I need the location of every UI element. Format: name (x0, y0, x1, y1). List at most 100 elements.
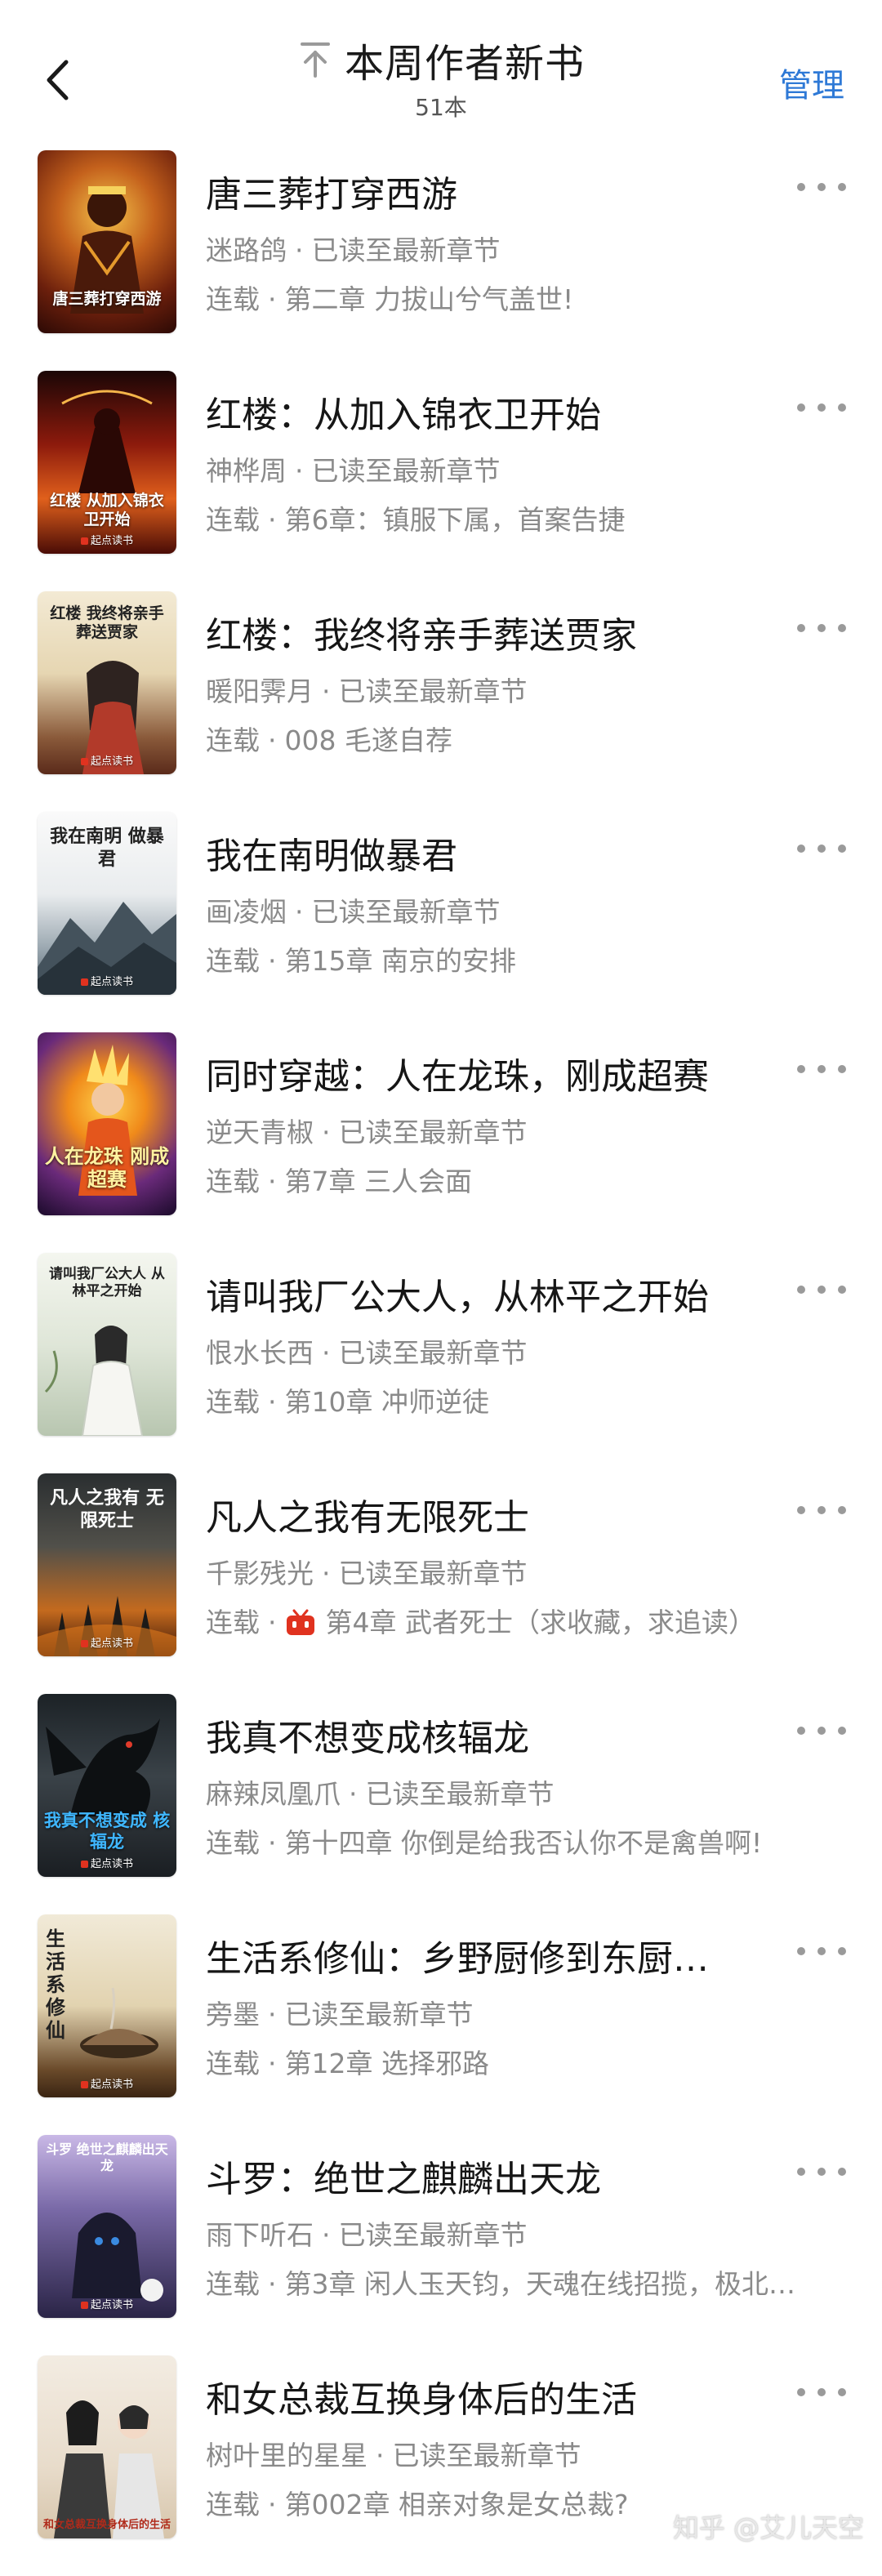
chapter-title: 第12章 选择邪路 (284, 2048, 489, 2079)
chapter-title: 第3章 闲人玉天钧，天魂在线招揽，极北… (284, 2268, 796, 2300)
book-item[interactable]: 凡人之我有 无限死士 起点读书 凡人之我有无限死士 千影残光 · 已读至最新章节 连… (0, 1473, 882, 1694)
book-count: 51本 (415, 94, 467, 121)
book-meta: 雨下听石 · 已读至最新章节 (206, 2219, 528, 2251)
latest-chapter: 连载 · 第十四章 你倒是给我否认你不是禽兽啊! (206, 1827, 763, 1859)
chapter-title: 第十四章 你倒是给我否认你不是禽兽啊! (284, 1827, 763, 1859)
book-title[interactable]: 我真不想变成核辐龙 (206, 1709, 760, 1761)
more-dots-icon (797, 845, 805, 853)
book-title[interactable]: 唐三葬打穿西游 (206, 165, 760, 217)
book-cover[interactable]: 请叫我厂公大人 从林平之开始 (38, 1253, 176, 1436)
cover-publisher: 起点读书 (38, 532, 176, 547)
book-meta: 树叶里的星星 · 已读至最新章节 (206, 2440, 581, 2471)
chapter-title: 第4章 武者死士（求收藏，求追读） (325, 1607, 756, 1638)
latest-chapter: 连载 · 第二章 力拔山兮气盖世! (206, 283, 574, 315)
book-title[interactable]: 我在南明做暴君 (206, 827, 760, 879)
more-options-button[interactable] (797, 1057, 846, 1081)
book-author: 旁墨 (206, 1999, 260, 2030)
book-item[interactable]: 人在龙珠 刚成超赛 同时穿越：人在龙珠，刚成超赛 逆天青椒 · 已读至最新章节 连载… (0, 1032, 882, 1253)
book-item[interactable]: 红楼 从加入锦衣卫开始 起点读书 红楼：从加入锦衣卫开始 神桦周 · 已读至最新章节… (0, 371, 882, 591)
read-status: 已读至最新章节 (311, 896, 501, 928)
book-meta: 迷路鸽 · 已读至最新章节 (206, 234, 501, 266)
more-options-button[interactable] (797, 836, 846, 861)
book-item[interactable]: 请叫我厂公大人 从林平之开始 请叫我厂公大人，从林平之开始 恨水长西 · 已读至最新… (0, 1253, 882, 1473)
cover-title: 红楼 从加入锦衣卫开始 (50, 492, 164, 528)
chapter-title: 第002章 相亲对象是女总裁? (284, 2489, 629, 2520)
book-cover[interactable]: 我在南明 做暴君 起点读书 (38, 812, 176, 995)
chapter-title: 第7章 三人会面 (284, 1165, 473, 1197)
latest-chapter: 连载 · 第7章 三人会面 (206, 1165, 473, 1197)
read-status: 已读至最新章节 (311, 455, 501, 487)
cover-figure (54, 2400, 164, 2538)
more-options-button[interactable] (797, 395, 846, 420)
page-title: 本周作者新书 (344, 41, 585, 87)
book-cover[interactable]: 人在龙珠 刚成超赛 (38, 1032, 176, 1215)
serial-status: 连载 (206, 283, 260, 315)
book-author: 恨水长西 (206, 1337, 314, 1369)
book-cover[interactable]: 生活系修仙 起点读书 (38, 1914, 176, 2097)
more-options-button[interactable] (797, 1939, 846, 1963)
read-status: 已读至最新章节 (338, 1116, 528, 1148)
book-cover[interactable]: 红楼 从加入锦衣卫开始 起点读书 (38, 371, 176, 554)
more-options-button[interactable] (797, 175, 846, 199)
more-options-button[interactable] (797, 1277, 846, 1302)
publisher-logo-icon (80, 537, 88, 545)
book-title[interactable]: 请叫我厂公大人，从林平之开始 (206, 1268, 760, 1320)
book-author: 神桦周 (206, 455, 287, 487)
book-item[interactable]: 唐三葬打穿西游 唐三葬打穿西游 迷路鸽 · 已读至最新章节 连载 · 第二章 力拔山兮气… (0, 150, 882, 371)
book-meta: 暖阳霁月 · 已读至最新章节 (206, 675, 528, 707)
chapter-title: 第15章 南京的安排 (284, 945, 516, 977)
pin-to-top-icon[interactable] (297, 40, 333, 79)
book-title[interactable]: 红楼：我终将亲手葬送贾家 (206, 606, 760, 658)
latest-chapter: 连载 · 008 毛遂自荐 (206, 724, 452, 756)
cover-title: 生活系修仙 (46, 1927, 65, 2042)
more-options-button[interactable] (797, 2380, 846, 2404)
book-item[interactable]: 红楼 我终将亲手葬送贾家 起点读书 红楼：我终将亲手葬送贾家 暖阳霁月 · 已读至最… (0, 591, 882, 812)
book-cover[interactable]: 唐三葬打穿西游 (38, 150, 176, 333)
more-dots-icon (797, 624, 805, 632)
more-dots-icon (797, 1065, 805, 1073)
more-options-button[interactable] (797, 2159, 846, 2184)
cover-title: 我在南明 做暴君 (50, 826, 164, 870)
more-dots-icon (797, 2388, 805, 2396)
read-status: 已读至最新章节 (284, 1999, 474, 2030)
more-options-button[interactable] (797, 1718, 846, 1743)
serial-status: 连载 (206, 724, 260, 756)
book-meta: 千影残光 · 已读至最新章节 (206, 1558, 528, 1589)
book-item[interactable]: 生活系修仙 起点读书 生活系修仙：乡野厨修到东厨… 旁墨 · 已读至最新章节 连载 ·… (0, 1914, 882, 2135)
book-cover[interactable]: 凡人之我有 无限死士 起点读书 (38, 1473, 176, 1656)
cover-title: 人在龙珠 刚成超赛 (44, 1144, 170, 1191)
chapter-title: 第6章：镇服下属，首案告捷 (284, 504, 626, 536)
more-dots-icon (797, 183, 805, 191)
publisher-logo-icon (80, 1640, 88, 1647)
cover-title: 和女总裁互换身体后的生活 (42, 2519, 171, 2531)
cover-publisher: 起点读书 (38, 2075, 176, 2091)
title-block: 本周作者新书 51本 (0, 31, 882, 123)
read-status: 已读至最新章节 (338, 2219, 528, 2251)
more-dots-icon (797, 1506, 805, 1514)
book-title[interactable]: 同时穿越：人在龙珠，刚成超赛 (206, 1047, 760, 1099)
serial-status: 连载 (206, 945, 260, 977)
book-cover[interactable]: 斗罗 绝世之麒麟出天龙 起点读书 (38, 2135, 176, 2318)
book-title[interactable]: 凡人之我有无限死士 (206, 1488, 760, 1540)
book-cover[interactable]: 我真不想变成 核辐龙 起点读书 (38, 1694, 176, 1877)
latest-chapter: 连载 · 第3章 闲人玉天钧，天魂在线招揽，极北… (206, 2268, 796, 2300)
book-cover[interactable]: 红楼 我终将亲手葬送贾家 起点读书 (38, 591, 176, 774)
book-title[interactable]: 红楼：从加入锦衣卫开始 (206, 386, 760, 438)
serial-status: 连载 (206, 2489, 260, 2520)
book-cover[interactable]: 和女总裁互换身体后的生活 (38, 2355, 176, 2538)
book-item[interactable]: 我真不想变成 核辐龙 起点读书 我真不想变成核辐龙 麻辣凤凰爪 · 已读至最新章节 … (0, 1694, 882, 1914)
book-item[interactable]: 我在南明 做暴君 起点读书 我在南明做暴君 画凌烟 · 已读至最新章节 连载 · 第15… (0, 812, 882, 1032)
read-status: 已读至最新章节 (338, 1337, 528, 1369)
book-item[interactable]: 斗罗 绝世之麒麟出天龙 起点读书 斗罗：绝世之麒麟出天龙 雨下听石 · 已读至最新章… (0, 2135, 882, 2355)
serial-status: 连载 (206, 1827, 260, 1859)
manage-button[interactable]: 管理 (779, 59, 844, 106)
read-status: 已读至最新章节 (311, 234, 501, 266)
serial-status: 连载 (206, 2268, 260, 2300)
more-options-button[interactable] (797, 1498, 846, 1522)
publisher-logo-icon (80, 2081, 88, 2088)
book-title[interactable]: 生活系修仙：乡野厨修到东厨… (206, 1929, 760, 1981)
book-title[interactable]: 和女总裁互换身体后的生活 (206, 2370, 760, 2422)
more-options-button[interactable] (797, 616, 846, 640)
book-title[interactable]: 斗罗：绝世之麒麟出天龙 (206, 2150, 760, 2202)
publisher-logo-icon (80, 758, 88, 765)
